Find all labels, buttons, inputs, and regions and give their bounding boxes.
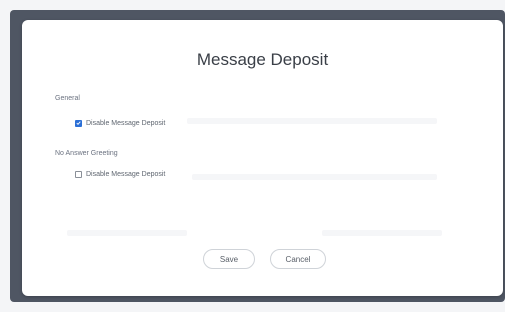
checkbox-checked-icon[interactable]: [75, 119, 82, 127]
cancel-button[interactable]: Cancel: [270, 249, 326, 269]
checkbox-unchecked-icon[interactable]: [75, 170, 82, 178]
faint-line: [192, 174, 437, 180]
faint-line: [67, 230, 187, 236]
save-button[interactable]: Save: [203, 249, 255, 269]
disable-message-deposit-general[interactable]: Disable Message Deposit: [75, 117, 165, 129]
checkbox-label: Disable Message Deposit: [86, 119, 166, 127]
faint-line: [322, 230, 442, 236]
section-label-general: General: [55, 95, 80, 102]
dialog-title: Message Deposit: [196, 50, 329, 69]
message-deposit-dialog: Message Deposit General Disable Message …: [22, 20, 503, 296]
disable-message-deposit-no-answer[interactable]: Disable Message Deposit: [75, 168, 165, 180]
section-label-no-answer-greeting: No Answer Greeting: [55, 150, 118, 157]
faint-line: [187, 118, 437, 124]
checkbox-label: Disable Message Deposit: [86, 170, 166, 178]
